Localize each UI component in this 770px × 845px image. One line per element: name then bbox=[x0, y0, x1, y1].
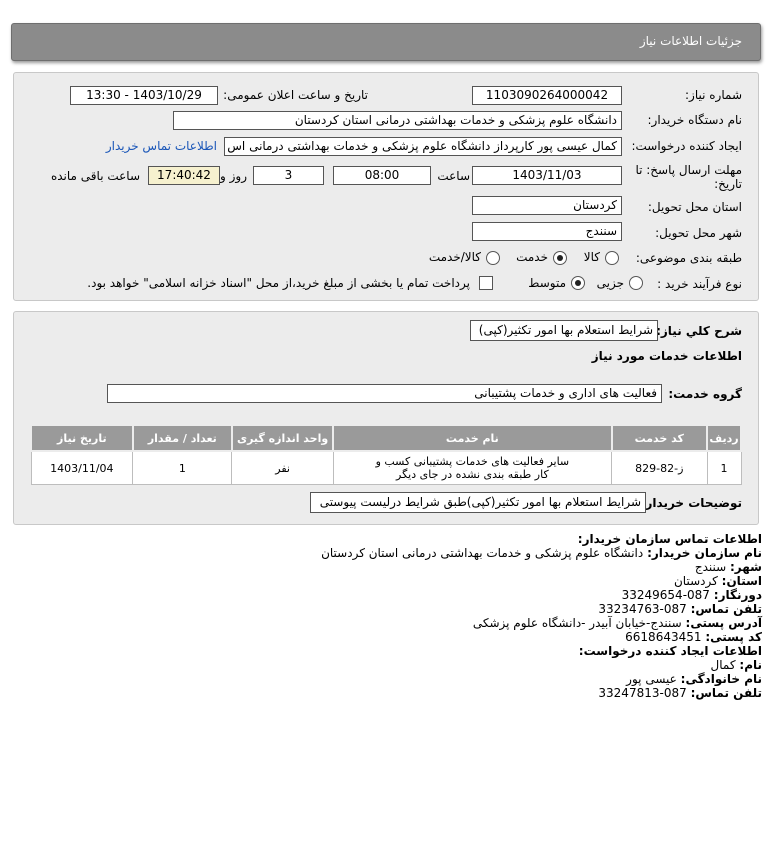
deadline-date-field: 1403/11/03 bbox=[472, 166, 622, 185]
contact-org: نام سازمان خریدار: دانشگاه علوم پزشکی و … bbox=[321, 546, 762, 560]
service-group-field: فعالیت های اداری و خدمات پشتیبانی bbox=[107, 384, 662, 403]
buyer-org-label: نام دستگاه خریدار: bbox=[647, 113, 743, 127]
page-title: جزئیات اطلاعات نیاز bbox=[639, 34, 742, 48]
cell-row: 1 bbox=[706, 450, 742, 485]
need-number-field: 1103090264000042 bbox=[472, 86, 622, 105]
category-service-label: خدمت bbox=[516, 250, 548, 264]
creator-field: کمال عیسی پور کارپرداز دانشگاه علوم پزشک… bbox=[224, 137, 622, 156]
summary-field: شرایط استعلام بها امور تکثیر(کپی) bbox=[470, 320, 658, 341]
contact-address: آدرس پستی: سنندج-خیابان آبیدر -دانشگاه ع… bbox=[472, 616, 762, 630]
cell-unit: نفر bbox=[231, 450, 334, 485]
city-label: شهر محل تحویل: bbox=[655, 226, 742, 240]
city-field: سنندج bbox=[472, 222, 622, 241]
contact-province: استان: کردستان bbox=[673, 574, 762, 588]
category-both-radio[interactable] bbox=[486, 251, 500, 265]
creator-first-name: نام: کمال bbox=[710, 658, 762, 672]
cell-service-name: سایر فعالیت های خدمات پشتیبانی کسب و کار… bbox=[332, 450, 613, 485]
deadline-time-field: 08:00 bbox=[333, 166, 431, 185]
category-goods-label: کالا bbox=[583, 250, 600, 264]
buyer-contact-link[interactable]: اطلاعات تماس خریدار bbox=[106, 139, 217, 153]
creator-section-title: اطلاعات ایجاد کننده درخواست: bbox=[578, 644, 762, 658]
services-table: ردیف کد خدمت نام خدمت واحد اندازه گیری ت… bbox=[30, 424, 742, 485]
col-date-header: تاریخ نیاز bbox=[30, 424, 134, 452]
summary-label: شرح کلي نياز: bbox=[656, 324, 742, 338]
category-service-radio[interactable] bbox=[553, 251, 567, 265]
days-field: 3 bbox=[253, 166, 324, 185]
service-group-label: گروه خدمت: bbox=[668, 387, 742, 401]
cell-quantity: 1 bbox=[132, 450, 233, 485]
process-minor-radio[interactable] bbox=[629, 276, 643, 290]
category-label: طبقه بندی موضوعی: bbox=[635, 251, 742, 265]
col-code-header: کد خدمت bbox=[610, 424, 709, 452]
cell-code: ز-82-829 bbox=[611, 450, 708, 485]
cell-need-date: 1403/11/04 bbox=[30, 450, 134, 485]
deadline-label: مهلت ارسال پاسخ: تا تاریخ: bbox=[635, 163, 742, 191]
treasury-payment-checkbox[interactable] bbox=[479, 276, 493, 290]
days-label: روز و bbox=[220, 169, 247, 183]
contact-postal-code: کد پستی: 6618643451 bbox=[625, 630, 762, 644]
announce-field: 1403/10/29 - 13:30 bbox=[70, 86, 218, 105]
time-label: ساعت bbox=[437, 169, 470, 183]
province-field: کردستان bbox=[472, 196, 622, 215]
services-title: اطلاعات خدمات مورد نیاز bbox=[591, 349, 742, 363]
buyer-org-field: دانشگاه علوم پزشکی و خدمات بهداشتی درمان… bbox=[173, 111, 622, 130]
col-name-header: نام خدمت bbox=[332, 424, 613, 452]
process-medium-label: متوسط bbox=[528, 276, 566, 290]
table-header-row: ردیف کد خدمت نام خدمت واحد اندازه گیری ت… bbox=[30, 424, 742, 452]
category-goods-radio[interactable] bbox=[605, 251, 619, 265]
need-number-label: شماره نیاز: bbox=[685, 88, 742, 102]
creator-phone: تلفن تماس: 087-33247813 bbox=[598, 686, 762, 700]
col-unit-header: واحد اندازه گیری bbox=[230, 424, 335, 452]
process-minor-label: جزیی bbox=[596, 276, 624, 290]
province-label: استان محل تحویل: bbox=[647, 200, 742, 214]
contact-city: شهر: سنندج bbox=[694, 560, 762, 574]
payment-note: پرداخت تمام یا بخشی از مبلغ خرید،از محل … bbox=[87, 276, 470, 290]
col-qty-header: تعداد / مقدار bbox=[131, 424, 233, 452]
category-both-label: کالا/خدمت bbox=[428, 250, 481, 264]
contact-phone: تلفن تماس: 087-33234763 bbox=[598, 602, 762, 616]
creator-label: ایجاد کننده درخواست: bbox=[631, 139, 742, 153]
process-label: نوع فرآیند خرید : bbox=[657, 277, 742, 291]
table-row: 1 ز-82-829 سایر فعالیت های خدمات پشتیبان… bbox=[30, 450, 742, 485]
announce-label: تاریخ و ساعت اعلان عمومی: bbox=[223, 88, 368, 102]
contact-section-title: اطلاعات تماس سازمان خریدار: bbox=[577, 532, 762, 546]
contact-fax: دورنگار: 087-33249654 bbox=[621, 588, 762, 602]
remaining-label: ساعت باقی مانده bbox=[50, 169, 140, 183]
remaining-time-field: 17:40:42 bbox=[148, 166, 220, 185]
page-header: جزئیات اطلاعات نیاز bbox=[11, 23, 761, 61]
buyer-notes-field: شرایط استعلام بها امور تکثیر(کپی)طبق شرا… bbox=[310, 492, 646, 513]
buyer-notes-label: توضیحات خریدار: bbox=[640, 496, 742, 510]
process-medium-radio[interactable] bbox=[571, 276, 585, 290]
col-row-header: ردیف bbox=[706, 424, 742, 452]
creator-last-name: نام خانوادگی: عیسی پور bbox=[626, 672, 762, 686]
